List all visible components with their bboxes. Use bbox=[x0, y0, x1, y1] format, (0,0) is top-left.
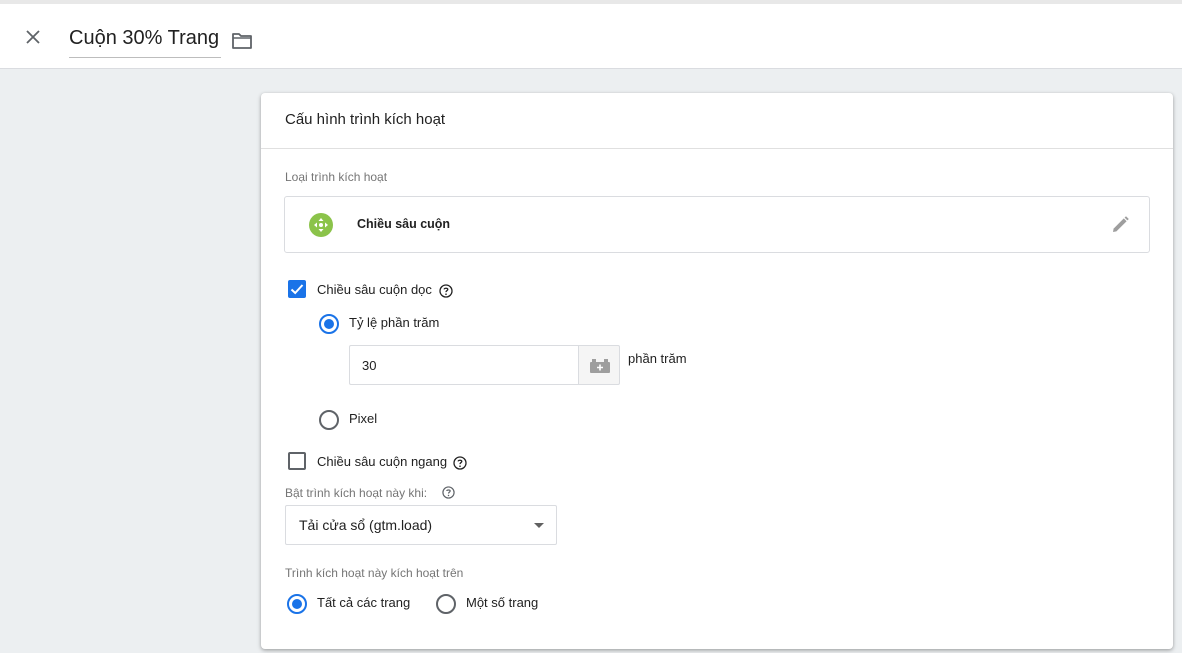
fires-on-some-pages-label: Một số trang bbox=[466, 595, 539, 610]
fires-on-all-pages-label: Tất cả các trang bbox=[317, 595, 411, 610]
enable-when-label: Bật trình kích hoạt này khi: bbox=[285, 486, 428, 500]
trigger-type-label: Loại trình kích hoạt bbox=[285, 170, 388, 184]
folder-icon bbox=[232, 33, 252, 49]
percent-value-input[interactable] bbox=[349, 345, 579, 385]
trigger-name-field[interactable]: Cuộn 30% Trang bbox=[69, 24, 222, 58]
pixel-radio[interactable] bbox=[319, 410, 339, 430]
horizontal-scroll-checkbox[interactable] bbox=[288, 452, 306, 470]
pencil-icon bbox=[1113, 216, 1129, 232]
vertical-scroll-label: Chiều sâu cuộn dọc bbox=[317, 282, 432, 297]
scroll-depth-icon bbox=[309, 213, 333, 237]
enable-when-value: Tải cửa sổ (gtm.load) bbox=[299, 517, 433, 533]
variable-picker-button[interactable] bbox=[578, 345, 620, 385]
close-icon bbox=[26, 30, 40, 44]
percent-option-label: Tỷ lệ phần trăm bbox=[349, 315, 440, 330]
fires-on-all-pages-radio[interactable] bbox=[287, 594, 307, 614]
card-title: Cấu hình trình kích hoạt bbox=[285, 111, 446, 128]
top-bar: Cuộn 30% Trang bbox=[0, 0, 1182, 69]
percent-radio[interactable] bbox=[319, 314, 339, 334]
pixel-option-label: Pixel bbox=[349, 411, 378, 426]
checkmark-icon bbox=[290, 284, 304, 295]
variable-brick-icon bbox=[590, 359, 610, 373]
help-icon[interactable] bbox=[453, 456, 467, 470]
help-icon[interactable] bbox=[439, 284, 453, 298]
chevron-down-icon bbox=[534, 523, 544, 528]
edit-trigger-type-button[interactable] bbox=[1109, 214, 1131, 236]
fires-on-label: Trình kích hoạt này kích hoạt trên bbox=[285, 566, 464, 580]
help-icon[interactable] bbox=[442, 486, 455, 499]
fires-on-some-pages-radio[interactable] bbox=[436, 594, 456, 614]
card-header: Cấu hình trình kích hoạt bbox=[261, 93, 1173, 149]
enable-when-select[interactable]: Tải cửa sổ (gtm.load) bbox=[285, 505, 557, 545]
folder-button[interactable] bbox=[230, 30, 254, 52]
trigger-type-name: Chiều sâu cuộn bbox=[357, 217, 451, 231]
percent-unit-label: phần trăm bbox=[628, 351, 687, 366]
trigger-type-selector[interactable]: Chiều sâu cuộn bbox=[284, 196, 1150, 253]
close-button[interactable] bbox=[22, 26, 44, 48]
trigger-config-card: Cấu hình trình kích hoạt Loại trình kích… bbox=[261, 93, 1173, 649]
vertical-scroll-checkbox[interactable] bbox=[288, 280, 306, 298]
horizontal-scroll-label: Chiều sâu cuộn ngang bbox=[317, 454, 448, 469]
trigger-name: Cuộn 30% Trang bbox=[69, 27, 220, 49]
